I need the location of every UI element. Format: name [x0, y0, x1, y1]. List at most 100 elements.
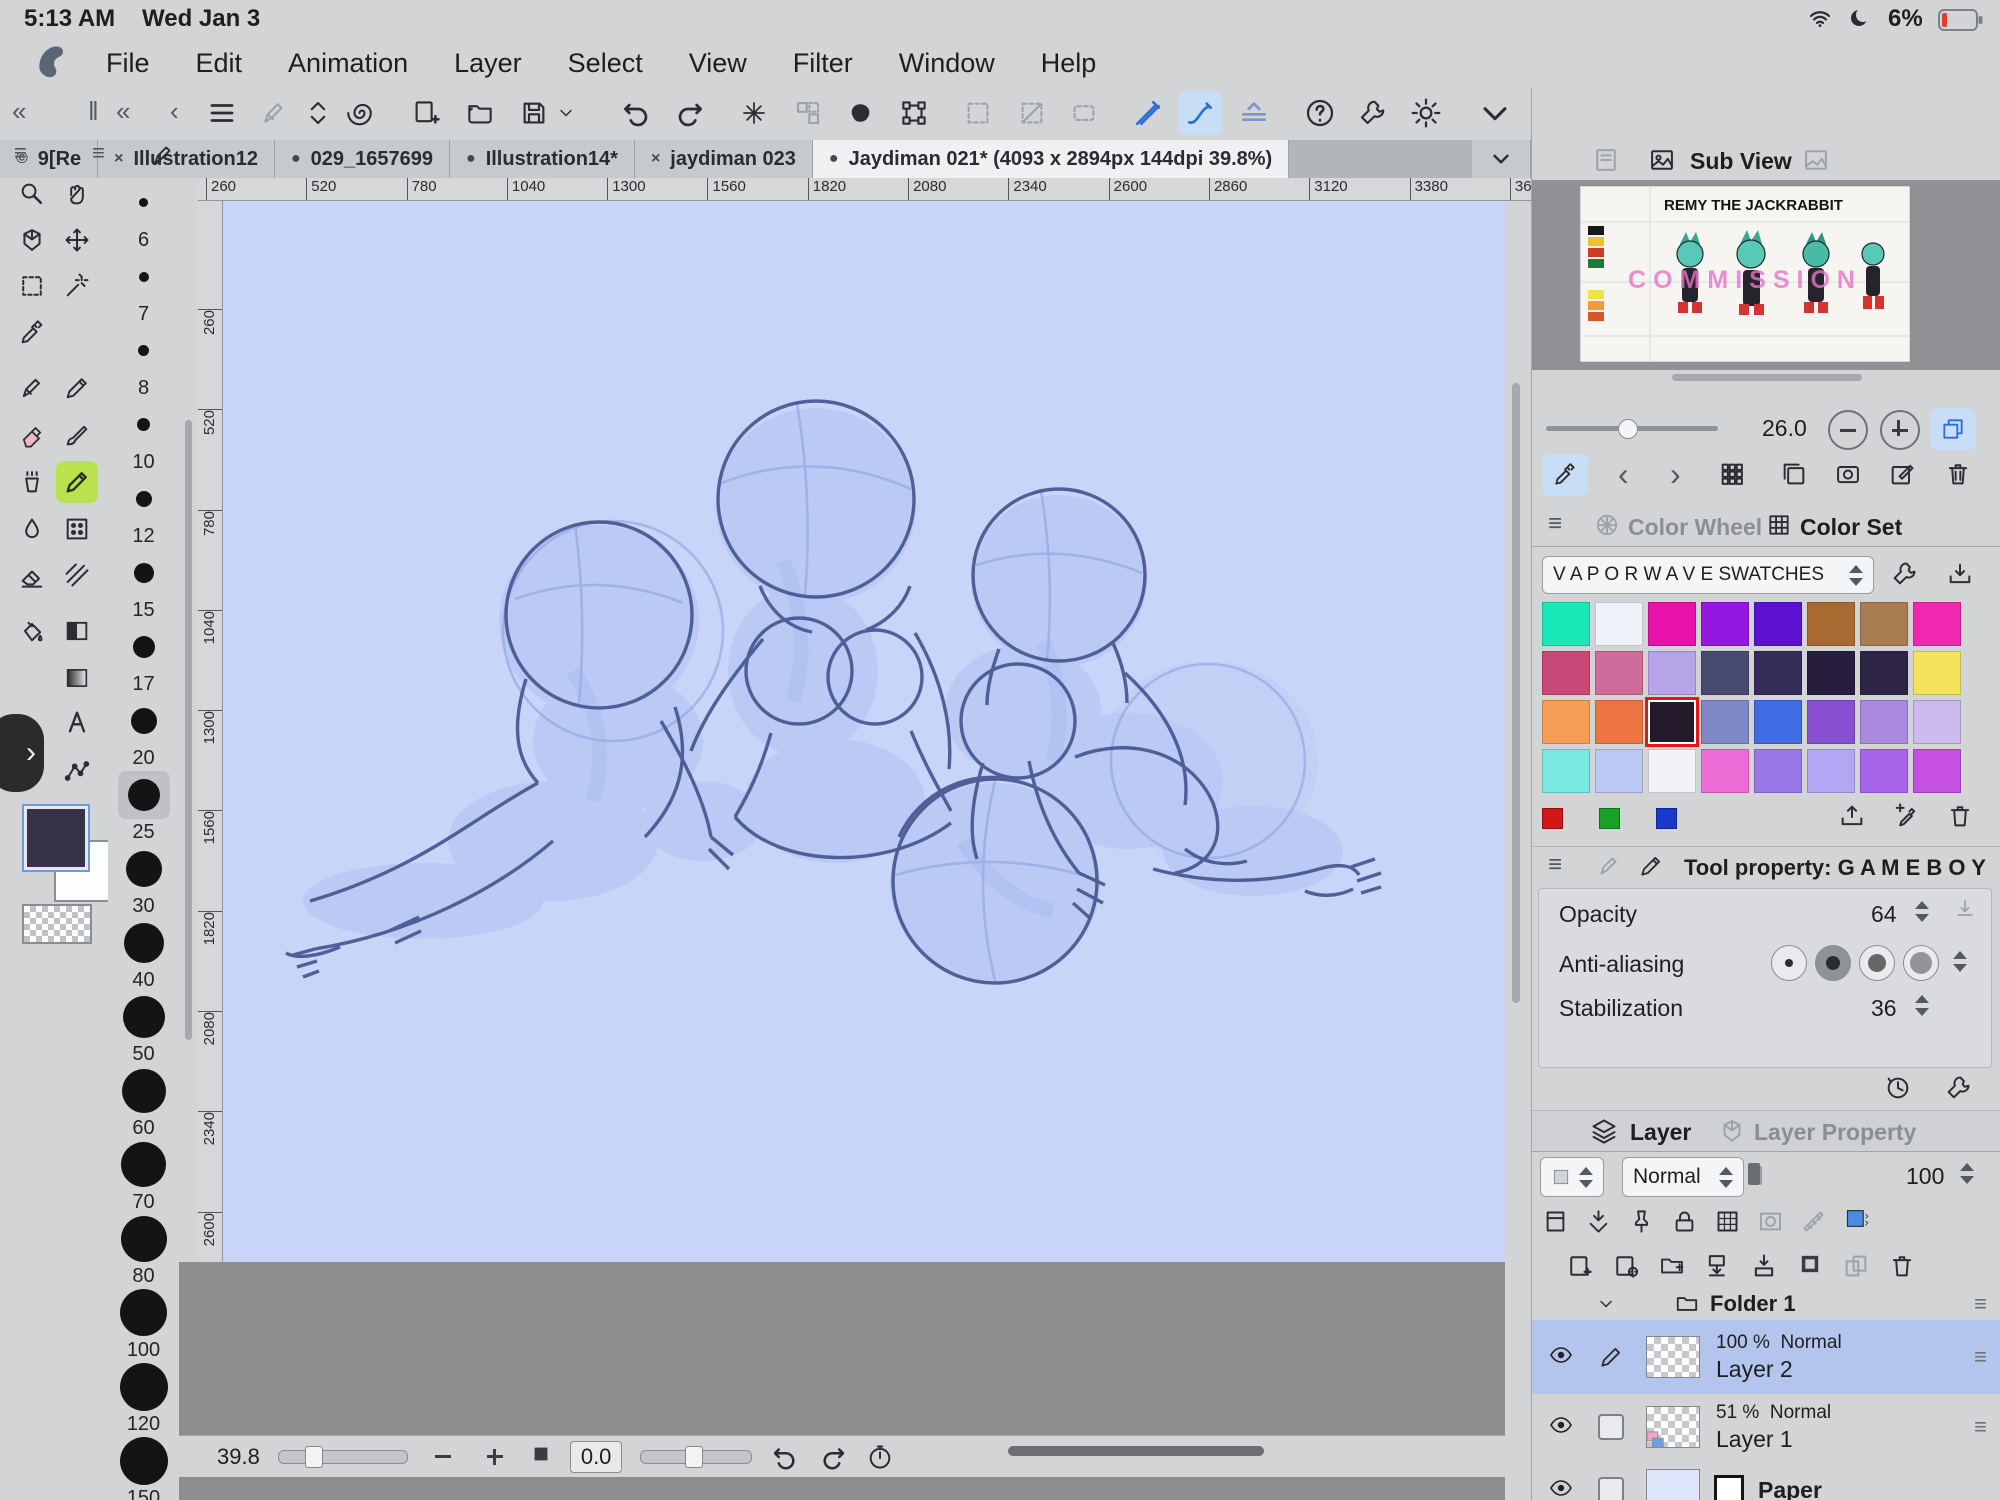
color-wheel-tab-icon[interactable]	[1594, 512, 1620, 538]
layer1-drag-handle[interactable]: ≡	[1974, 1414, 1987, 1440]
object-tool-icon[interactable]	[11, 219, 53, 261]
zoom-in-button[interactable]	[478, 1440, 512, 1474]
paper-color-chip[interactable]	[1714, 1475, 1744, 1500]
subview-zoom-out-button[interactable]	[1828, 410, 1868, 450]
subview-prev-icon[interactable]: ‹	[1618, 458, 1629, 490]
selection-launcher-disabled-icon[interactable]	[1062, 91, 1106, 135]
color-swatch[interactable]	[1595, 602, 1643, 646]
color-swatch[interactable]	[1807, 749, 1855, 793]
hatching-tool-icon[interactable]	[56, 554, 98, 596]
subview-tab-label[interactable]: Sub View	[1690, 148, 1792, 175]
stabilization-value[interactable]: 36	[1871, 995, 1897, 1022]
color-swatch[interactable]	[1648, 749, 1696, 793]
document-tab[interactable]: ● Jaydiman 021* (4093 x 2894px 144dpi 39…	[813, 140, 1289, 178]
menu-item[interactable]: Layer	[454, 48, 522, 79]
figure-tool-icon[interactable]	[56, 750, 98, 792]
subview-capture-icon[interactable]	[1834, 460, 1862, 488]
subview-zoom-in-button[interactable]	[1880, 410, 1920, 450]
antialias-medium-button[interactable]	[1859, 945, 1895, 981]
subview-copy-icon[interactable]	[1780, 460, 1808, 488]
color-panel-menu-icon[interactable]: ≡	[1548, 512, 1562, 536]
subview-grid-icon[interactable]	[1718, 460, 1746, 488]
text-tool-icon[interactable]	[56, 701, 98, 743]
pencil-tool-icon[interactable]	[56, 367, 98, 409]
marquee-tool-icon[interactable]	[11, 265, 53, 307]
redo-icon[interactable]	[668, 91, 712, 135]
antialias-weak-button[interactable]	[1815, 945, 1851, 981]
pen-tool-icon[interactable]	[11, 367, 53, 409]
color-swatch[interactable]	[1754, 602, 1802, 646]
tab-state-icon[interactable]: ●	[466, 150, 476, 168]
color-swatch[interactable]	[1860, 749, 1908, 793]
layer2-drag-handle[interactable]: ≡	[1974, 1344, 1987, 1370]
rotation-slider[interactable]	[640, 1450, 752, 1464]
settings-gear-icon[interactable]	[1404, 91, 1448, 135]
tool-flyout-handle[interactable]: ›	[0, 714, 44, 792]
subview-tab-icon[interactable]	[1648, 146, 1676, 174]
brush-size-item[interactable]: 15	[108, 548, 179, 622]
select-sparkle-icon[interactable]	[732, 91, 776, 135]
color-swatch[interactable]	[1542, 700, 1590, 744]
clip-layer-icon[interactable]	[1542, 1208, 1569, 1235]
canvas[interactable]	[223, 201, 1505, 1262]
subview-next-icon[interactable]: ›	[1670, 458, 1681, 490]
layer-row-paper[interactable]: Paper	[1532, 1460, 2000, 1500]
color-swatch[interactable]	[1648, 602, 1696, 646]
save-options-icon[interactable]	[552, 91, 580, 135]
subview-eyedropper-button[interactable]	[1542, 454, 1588, 496]
zoom-tool-icon[interactable]	[11, 173, 53, 215]
new-canvas-icon[interactable]	[404, 91, 448, 135]
brush-size-item[interactable]: 70	[108, 1140, 179, 1214]
document-tab[interactable]: ● 029_1657699	[275, 140, 450, 178]
fill-tool-icon[interactable]	[11, 610, 53, 652]
swatch-export-icon[interactable]	[1838, 802, 1866, 830]
color-swatch[interactable]	[1860, 700, 1908, 744]
layer-opacity-stepper[interactable]	[1960, 1163, 1974, 1184]
eyedropper-tool-icon[interactable]	[11, 312, 53, 354]
marquee-disabled-icon[interactable]	[956, 91, 1000, 135]
color-swatch[interactable]	[1913, 749, 1961, 793]
tab-state-icon[interactable]: ×	[114, 150, 123, 168]
fit-screen-icon[interactable]	[530, 1443, 552, 1471]
lock-alpha-icon[interactable]	[1714, 1208, 1741, 1235]
swatch-add-icon[interactable]	[1892, 802, 1920, 830]
color-swatch[interactable]	[1648, 651, 1696, 695]
subview-alt-tab-icon[interactable]	[1802, 146, 1830, 174]
menu-item[interactable]: Help	[1041, 48, 1097, 79]
antialias-none-button[interactable]	[1771, 945, 1807, 981]
tool-switch-icon[interactable]	[296, 91, 340, 135]
layer-property-tab-label[interactable]: Layer Property	[1754, 1119, 1916, 1146]
color-swatch[interactable]	[1807, 700, 1855, 744]
menu-item[interactable]: Window	[899, 48, 995, 79]
new-layer-icon[interactable]	[1566, 1252, 1594, 1280]
color-swatch[interactable]	[1807, 602, 1855, 646]
marker-tool-icon[interactable]	[11, 414, 53, 456]
reset-view-icon[interactable]	[866, 1443, 894, 1471]
antialias-strong-button[interactable]	[1903, 945, 1939, 981]
combine-icon[interactable]	[1842, 1252, 1870, 1280]
mask-disabled-icon[interactable]	[1010, 91, 1054, 135]
color-swatch[interactable]	[1542, 749, 1590, 793]
snap-curve-icon[interactable]	[1178, 91, 1222, 135]
flatten-icon[interactable]	[1796, 1250, 1824, 1283]
document-tab[interactable]: × Illustration12	[98, 140, 275, 178]
history-color-chip[interactable]	[1656, 808, 1677, 829]
tool-property-brush1-icon[interactable]	[1596, 853, 1622, 879]
menu-item[interactable]: Edit	[196, 48, 243, 79]
brush-size-item[interactable]: 50	[108, 992, 179, 1066]
auto-select-tool-icon[interactable]	[56, 265, 98, 307]
tab-state-icon[interactable]: ●	[291, 150, 301, 168]
brush-size-item[interactable]: 80	[108, 1214, 179, 1288]
decoration-tool-selected-icon[interactable]	[56, 461, 98, 503]
layer-tab-icon[interactable]	[1590, 1117, 1618, 1145]
document-tab[interactable]: ● Illustration14*	[450, 140, 635, 178]
layer1-visibility-eye-icon[interactable]	[1546, 1413, 1576, 1442]
transfer-layer-icon[interactable]	[1704, 1252, 1732, 1280]
layer-tab-label[interactable]: Layer	[1630, 1119, 1691, 1146]
brush-size-item[interactable]: 20	[108, 696, 179, 770]
rotate-left-icon[interactable]	[770, 1442, 800, 1472]
history-color-chip[interactable]	[1599, 808, 1620, 829]
blend-tool-icon[interactable]	[11, 508, 53, 550]
color-swatch[interactable]	[1701, 651, 1749, 695]
color-set-tab-label[interactable]: Color Set	[1800, 514, 1902, 541]
